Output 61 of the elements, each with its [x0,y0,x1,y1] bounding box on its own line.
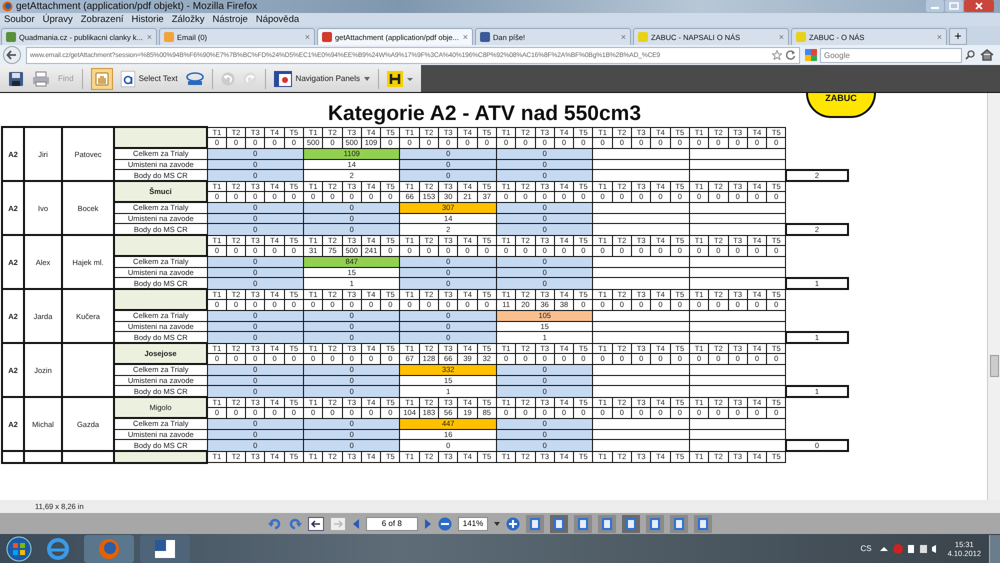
continuous-page-icon[interactable] [622,514,640,532]
menu-item[interactable]: Zobrazení [80,14,124,25]
fit-width-icon[interactable] [574,514,592,532]
thumbnail-grid-icon[interactable] [670,514,688,532]
menu-item[interactable]: Nápověda [256,14,300,25]
back-button[interactable] [3,46,21,64]
tab-favicon-icon [638,32,648,42]
print-icon[interactable] [32,70,50,86]
next-page-icon[interactable] [424,518,432,528]
panels-icon [274,70,292,86]
menu-item[interactable]: Soubor [4,14,35,25]
previous-view-icon[interactable] [308,516,324,530]
caret-icon [364,76,370,80]
search-field[interactable]: Google [820,48,962,62]
language-indicator[interactable]: CS [860,544,872,553]
firefox-taskbar-button[interactable] [84,534,134,562]
menu-item[interactable]: Záložky [172,14,204,25]
save-icon[interactable] [8,70,24,86]
scrollbar[interactable] [987,93,1000,500]
signature-icon[interactable] [186,70,204,86]
search-icon[interactable] [965,50,975,60]
fit-page-icon[interactable] [550,514,568,532]
select-text-button[interactable]: Select Text [120,70,178,86]
window-title: getAttachment (application/pdf objekt) - Mozilla Firefox [16,1,258,12]
zoom-in-icon[interactable] [506,516,520,530]
tab-favicon-icon [322,32,332,42]
menu-item[interactable]: Historie [132,14,164,25]
tab-close-button[interactable]: × [462,32,468,42]
zoom-out-icon[interactable] [438,516,452,530]
bookmark-star-icon[interactable] [772,50,782,60]
dropdown-caret-icon[interactable] [494,522,500,526]
firefox-icon [2,1,13,12]
tab-favicon-icon [480,32,490,42]
zoom-field[interactable]: 141% [458,516,488,530]
page-number-field[interactable]: 6 of 8 [366,516,418,530]
single-page-icon[interactable] [598,514,616,532]
previous-page-icon[interactable] [352,518,360,528]
text-cursor-icon [120,70,135,86]
actual-size-icon[interactable] [526,514,544,532]
tab-favicon-icon [796,32,806,42]
reload-icon[interactable] [786,50,796,60]
menu-item[interactable]: Úpravy [42,14,73,25]
document-app-icon[interactable] [140,534,190,562]
tab-favicon-icon [164,32,174,42]
highlight-tool-icon[interactable] [387,70,414,86]
home-icon[interactable] [980,49,994,61]
hand-tool-button[interactable] [90,68,113,90]
start-button[interactable] [6,536,32,562]
last-name-cell [62,451,114,462]
navigation-panels-button[interactable]: Navigation Panels [274,70,370,86]
tab-favicon-icon [6,32,16,42]
two-page-icon[interactable] [646,514,664,532]
first-name-cell [24,451,62,462]
search-engine-icon [805,49,817,61]
menu-item[interactable]: Nástroje [212,14,248,25]
document-title: Kategorie A2 - ATV nad 550cm3 [326,101,641,126]
full-screen-icon[interactable] [694,514,712,532]
logo: ZABUC [806,93,876,118]
new-tab-button[interactable]: + [949,28,967,45]
category-cell [2,451,24,462]
close-button[interactable] [964,0,994,12]
